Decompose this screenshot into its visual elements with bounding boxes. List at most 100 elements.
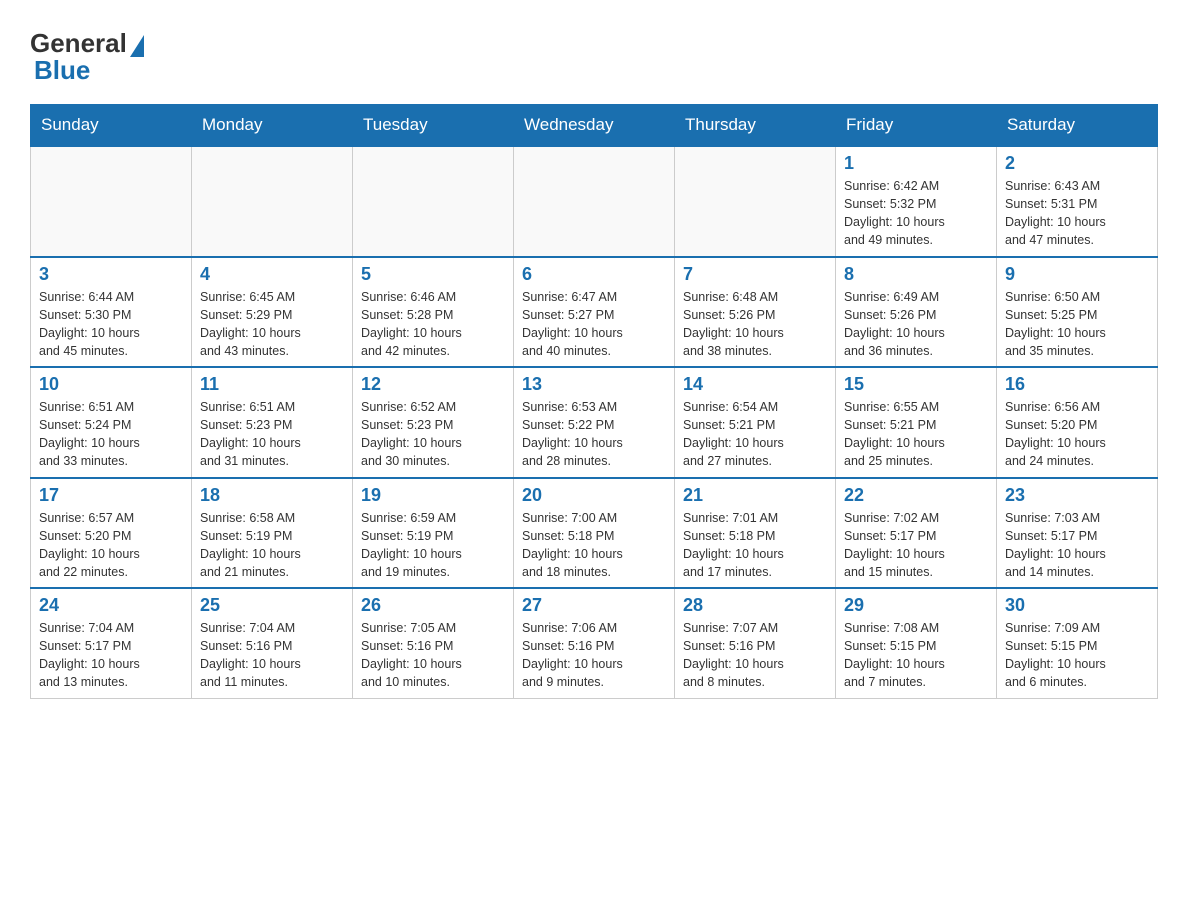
day-number: 23	[1005, 485, 1149, 506]
day-number: 5	[361, 264, 505, 285]
day-info: Sunrise: 6:50 AMSunset: 5:25 PMDaylight:…	[1005, 288, 1149, 361]
calendar-cell: 29Sunrise: 7:08 AMSunset: 5:15 PMDayligh…	[836, 588, 997, 698]
calendar-cell: 17Sunrise: 6:57 AMSunset: 5:20 PMDayligh…	[31, 478, 192, 589]
day-info: Sunrise: 6:42 AMSunset: 5:32 PMDaylight:…	[844, 177, 988, 250]
day-info: Sunrise: 6:55 AMSunset: 5:21 PMDaylight:…	[844, 398, 988, 471]
day-number: 6	[522, 264, 666, 285]
calendar-cell	[675, 146, 836, 257]
calendar-cell: 21 Sunrise: 7:01 AMSunset: 5:18 PMDayligh…	[675, 478, 836, 589]
calendar-header: SundayMondayTuesdayWednesdayThursdayFrid…	[31, 105, 1158, 147]
day-number: 8	[844, 264, 988, 285]
calendar-cell: 12 Sunrise: 6:52 AMSunset: 5:23 PMDayligh…	[353, 367, 514, 478]
day-info: Sunrise: 6:47 AMSunset: 5:27 PMDaylight:…	[522, 288, 666, 361]
day-info: Sunrise: 7:09 AMSunset: 5:15 PMDaylight:…	[1005, 619, 1149, 692]
week-row-2: 3 Sunrise: 6:44 AMSunset: 5:30 PMDaylight…	[31, 257, 1158, 368]
page-header: General Blue	[30, 20, 1158, 86]
day-info: Sunrise: 7:02 AMSunset: 5:17 PMDaylight:…	[844, 509, 988, 582]
calendar-cell: 20Sunrise: 7:00 AMSunset: 5:18 PMDayligh…	[514, 478, 675, 589]
day-number: 26	[361, 595, 505, 616]
weekday-header-sunday: Sunday	[31, 105, 192, 147]
calendar-cell	[353, 146, 514, 257]
calendar-cell: 11Sunrise: 6:51 AMSunset: 5:23 PMDayligh…	[192, 367, 353, 478]
day-number: 10	[39, 374, 183, 395]
week-row-1: 1 Sunrise: 6:42 AMSunset: 5:32 PMDaylight…	[31, 146, 1158, 257]
day-info: Sunrise: 6:59 AMSunset: 5:19 PMDaylight:…	[361, 509, 505, 582]
weekday-header-friday: Friday	[836, 105, 997, 147]
day-info: Sunrise: 6:53 AMSunset: 5:22 PMDaylight:…	[522, 398, 666, 471]
day-info: Sunrise: 6:45 AMSunset: 5:29 PMDaylight:…	[200, 288, 344, 361]
week-row-3: 10Sunrise: 6:51 AMSunset: 5:24 PMDayligh…	[31, 367, 1158, 478]
day-info: Sunrise: 6:49 AMSunset: 5:26 PMDaylight:…	[844, 288, 988, 361]
calendar-cell	[192, 146, 353, 257]
calendar-cell: 3 Sunrise: 6:44 AMSunset: 5:30 PMDaylight…	[31, 257, 192, 368]
day-info: Sunrise: 7:01 AMSunset: 5:18 PMDaylight:…	[683, 509, 827, 582]
day-info: Sunrise: 7:03 AMSunset: 5:17 PMDaylight:…	[1005, 509, 1149, 582]
day-info: Sunrise: 7:08 AMSunset: 5:15 PMDaylight:…	[844, 619, 988, 692]
calendar-cell: 7 Sunrise: 6:48 AMSunset: 5:26 PMDaylight…	[675, 257, 836, 368]
calendar-body: 1 Sunrise: 6:42 AMSunset: 5:32 PMDaylight…	[31, 146, 1158, 698]
day-number: 16	[1005, 374, 1149, 395]
day-info: Sunrise: 6:54 AMSunset: 5:21 PMDaylight:…	[683, 398, 827, 471]
day-number: 7	[683, 264, 827, 285]
calendar-cell: 14 Sunrise: 6:54 AMSunset: 5:21 PMDayligh…	[675, 367, 836, 478]
day-number: 22	[844, 485, 988, 506]
weekday-header-tuesday: Tuesday	[353, 105, 514, 147]
day-number: 14	[683, 374, 827, 395]
day-number: 1	[844, 153, 988, 174]
calendar-cell: 1 Sunrise: 6:42 AMSunset: 5:32 PMDaylight…	[836, 146, 997, 257]
calendar-cell: 27Sunrise: 7:06 AMSunset: 5:16 PMDayligh…	[514, 588, 675, 698]
calendar-cell: 9 Sunrise: 6:50 AMSunset: 5:25 PMDaylight…	[997, 257, 1158, 368]
week-row-5: 24 Sunrise: 7:04 AMSunset: 5:17 PMDayligh…	[31, 588, 1158, 698]
day-number: 25	[200, 595, 344, 616]
day-info: Sunrise: 6:52 AMSunset: 5:23 PMDaylight:…	[361, 398, 505, 471]
day-number: 15	[844, 374, 988, 395]
day-info: Sunrise: 7:04 AMSunset: 5:17 PMDaylight:…	[39, 619, 183, 692]
calendar-cell: 24 Sunrise: 7:04 AMSunset: 5:17 PMDayligh…	[31, 588, 192, 698]
day-info: Sunrise: 7:00 AMSunset: 5:18 PMDaylight:…	[522, 509, 666, 582]
calendar-cell	[31, 146, 192, 257]
calendar-cell: 23 Sunrise: 7:03 AMSunset: 5:17 PMDayligh…	[997, 478, 1158, 589]
day-info: Sunrise: 6:58 AMSunset: 5:19 PMDaylight:…	[200, 509, 344, 582]
day-number: 19	[361, 485, 505, 506]
calendar-cell: 30 Sunrise: 7:09 AMSunset: 5:15 PMDayligh…	[997, 588, 1158, 698]
calendar-cell: 8 Sunrise: 6:49 AMSunset: 5:26 PMDaylight…	[836, 257, 997, 368]
week-row-4: 17Sunrise: 6:57 AMSunset: 5:20 PMDayligh…	[31, 478, 1158, 589]
calendar-cell: 4 Sunrise: 6:45 AMSunset: 5:29 PMDaylight…	[192, 257, 353, 368]
day-info: Sunrise: 6:44 AMSunset: 5:30 PMDaylight:…	[39, 288, 183, 361]
day-number: 4	[200, 264, 344, 285]
day-info: Sunrise: 6:46 AMSunset: 5:28 PMDaylight:…	[361, 288, 505, 361]
calendar-cell: 13Sunrise: 6:53 AMSunset: 5:22 PMDayligh…	[514, 367, 675, 478]
weekday-header-monday: Monday	[192, 105, 353, 147]
day-number: 18	[200, 485, 344, 506]
day-info: Sunrise: 6:48 AMSunset: 5:26 PMDaylight:…	[683, 288, 827, 361]
calendar-cell: 6 Sunrise: 6:47 AMSunset: 5:27 PMDaylight…	[514, 257, 675, 368]
day-number: 9	[1005, 264, 1149, 285]
day-info: Sunrise: 6:56 AMSunset: 5:20 PMDaylight:…	[1005, 398, 1149, 471]
day-info: Sunrise: 7:07 AMSunset: 5:16 PMDaylight:…	[683, 619, 827, 692]
day-number: 21	[683, 485, 827, 506]
calendar-cell: 2 Sunrise: 6:43 AMSunset: 5:31 PMDaylight…	[997, 146, 1158, 257]
day-number: 28	[683, 595, 827, 616]
logo-blue-text: Blue	[34, 55, 90, 86]
calendar-cell: 22 Sunrise: 7:02 AMSunset: 5:17 PMDayligh…	[836, 478, 997, 589]
day-info: Sunrise: 7:06 AMSunset: 5:16 PMDaylight:…	[522, 619, 666, 692]
weekday-header-saturday: Saturday	[997, 105, 1158, 147]
day-info: Sunrise: 6:43 AMSunset: 5:31 PMDaylight:…	[1005, 177, 1149, 250]
day-info: Sunrise: 7:05 AMSunset: 5:16 PMDaylight:…	[361, 619, 505, 692]
day-number: 3	[39, 264, 183, 285]
calendar-cell: 18 Sunrise: 6:58 AMSunset: 5:19 PMDayligh…	[192, 478, 353, 589]
day-number: 12	[361, 374, 505, 395]
calendar-cell: 26 Sunrise: 7:05 AMSunset: 5:16 PMDayligh…	[353, 588, 514, 698]
day-info: Sunrise: 7:04 AMSunset: 5:16 PMDaylight:…	[200, 619, 344, 692]
calendar-cell: 16 Sunrise: 6:56 AMSunset: 5:20 PMDayligh…	[997, 367, 1158, 478]
logo-triangle-icon	[130, 35, 144, 57]
calendar-table: SundayMondayTuesdayWednesdayThursdayFrid…	[30, 104, 1158, 699]
day-number: 30	[1005, 595, 1149, 616]
day-number: 2	[1005, 153, 1149, 174]
day-number: 24	[39, 595, 183, 616]
day-number: 11	[200, 374, 344, 395]
day-number: 17	[39, 485, 183, 506]
weekday-header-row: SundayMondayTuesdayWednesdayThursdayFrid…	[31, 105, 1158, 147]
calendar-cell: 25 Sunrise: 7:04 AMSunset: 5:16 PMDayligh…	[192, 588, 353, 698]
weekday-header-wednesday: Wednesday	[514, 105, 675, 147]
